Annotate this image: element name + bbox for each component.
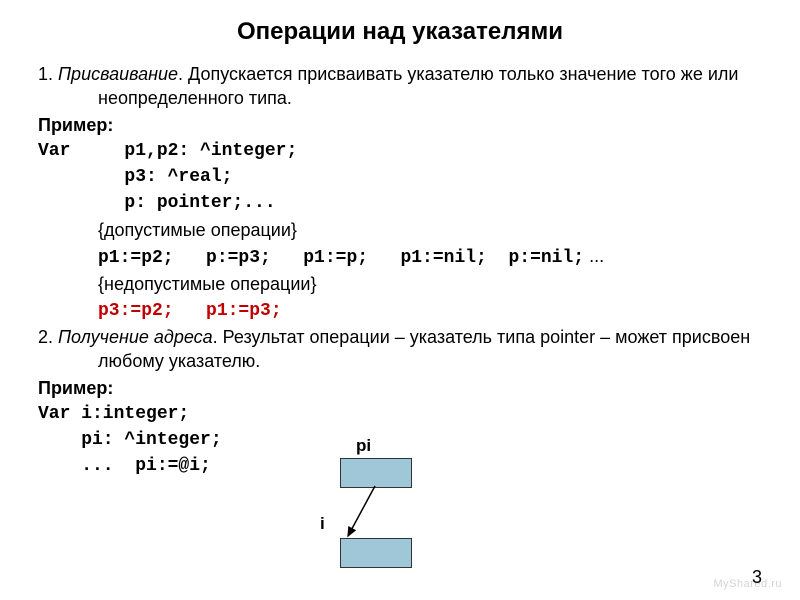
section-1-head: Присваивание — [58, 64, 178, 84]
page-title: Операции над указателями — [38, 18, 762, 46]
example-label-1: Пример: — [38, 113, 762, 137]
arrow-icon — [320, 440, 500, 590]
section-2-text: 2. Получение адреса. Результат операции … — [38, 325, 762, 374]
code-p-decl: p: pointer;... — [38, 191, 762, 215]
code-var-decl: Var p1,p2: ^integer; — [38, 139, 762, 163]
text: ... — [584, 246, 604, 266]
text: 2. — [38, 327, 58, 347]
disallowed-ops-label: {недопустимые операции} — [38, 272, 762, 296]
slide: Операции над указателями 1. Присваивание… — [0, 0, 800, 600]
text: . Допускается присваивать указателю толь… — [98, 64, 738, 108]
disallowed-ops-code: p3:=p2; p1:=p3; — [38, 299, 762, 323]
code-p3-decl: p3: ^real; — [38, 165, 762, 189]
allowed-ops-code: p1:=p2; p:=p3; p1:=p; p1:=nil; p:=nil; .… — [38, 244, 762, 270]
watermark: MyShared.ru — [714, 578, 782, 590]
pointer-diagram: pi i — [320, 440, 500, 590]
allowed-ops-label: {допустимые операции} — [38, 218, 762, 242]
code: p1:=p2; p:=p3; p1:=p; p1:=nil; p:=nil; — [98, 248, 584, 268]
section-1-text: 1. Присваивание. Допускается присваивать… — [38, 62, 762, 111]
text: 1. — [38, 64, 58, 84]
section-2-head: Получение адреса — [58, 327, 213, 347]
example-label-2: Пример: — [38, 376, 762, 400]
code2-var: Var i:integer; — [38, 402, 762, 426]
